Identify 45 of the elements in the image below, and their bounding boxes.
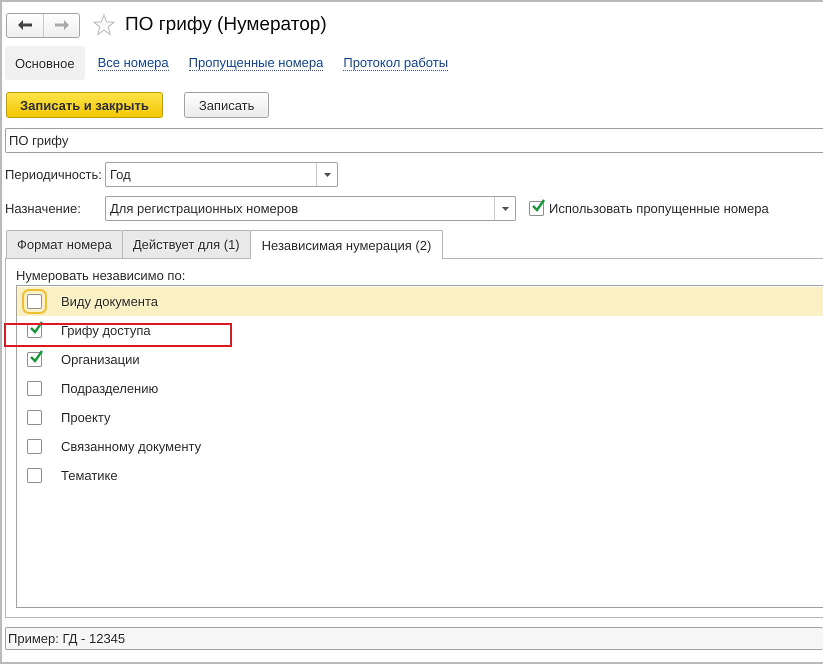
checkbox[interactable] [27,352,42,367]
right-arrow-icon[interactable] [54,20,68,30]
checkbox[interactable] [27,468,42,483]
nav-tab[interactable]: Основное [5,46,85,80]
star-icon[interactable] [93,14,115,36]
save-button[interactable]: Записать [184,92,270,118]
item-label: Тематике [61,468,118,483]
name-field[interactable]: ПО грифу [5,128,823,153]
list-row[interactable]: Виду документа [17,287,823,316]
combo-value: Год [110,167,131,182]
item-label: Подразделению [61,381,158,396]
list-row[interactable]: Проекту [17,403,823,432]
checkbox-label: Использовать пропущенные номера [549,201,769,216]
item-label: Связанному документу [61,439,202,454]
combo-value: Для регистрационных номеров [110,201,298,216]
list-row[interactable]: Организации [17,345,823,374]
list-row[interactable]: Тематике [17,461,823,490]
checkbox[interactable] [27,439,42,454]
left-arrow-icon[interactable] [18,20,32,30]
example-field: Пример: ГД - 12345 [5,627,823,650]
window-title: ПО грифу (Нумератор) [125,14,327,36]
list-row[interactable]: Подразделению [17,374,823,403]
tab[interactable]: Действует для (1) [122,230,251,258]
purpose-combo[interactable]: Для регистрационных номеров [105,196,516,221]
periodicity-combo[interactable]: Год [105,162,338,187]
item-label: Проекту [61,410,110,425]
field-label: Назначение: [5,201,82,216]
tab[interactable]: Формат номера [6,230,123,258]
item-label: Организации [61,352,140,367]
dropdown-icon[interactable] [324,172,330,176]
checkbox[interactable] [27,381,42,396]
list-caption: Нумеровать независимо по: [16,268,186,285]
tab[interactable]: Независимая нумерация (2) [250,230,444,259]
item-label: Виду документа [61,294,158,309]
dropdown-icon[interactable] [502,206,508,210]
nav-tab[interactable]: Все номера [98,55,169,71]
item-label: Грифу доступа [61,323,151,338]
nav-tab[interactable]: Пропущенные номера [188,55,324,71]
nav-tab[interactable]: Протокол работы [343,55,448,71]
checkbox[interactable] [27,410,42,425]
list-row[interactable]: Грифу доступа [17,316,823,345]
field-label: Периодичность: [5,167,103,182]
checkbox[interactable] [529,201,544,216]
list-row[interactable]: Связанному документу [17,432,823,461]
save-and-close-button[interactable]: Записать и закрыть [6,92,163,118]
